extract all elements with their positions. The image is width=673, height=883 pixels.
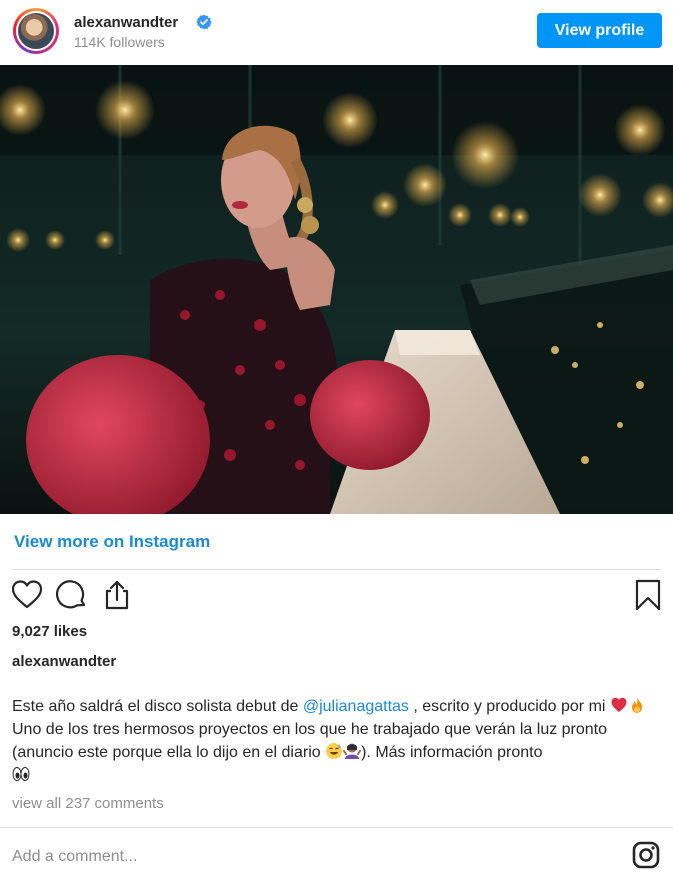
bookmark-icon[interactable]	[631, 578, 665, 612]
view-more-link[interactable]: View more on Instagram	[14, 532, 210, 552]
verified-badge-icon	[196, 14, 212, 30]
instagram-logo-icon[interactable]	[632, 841, 660, 869]
share-icon[interactable]	[100, 578, 134, 612]
caption-username[interactable]: alexanwandter	[12, 653, 116, 670]
sweat-smile-emoji-icon	[326, 743, 343, 759]
fire-emoji-icon	[631, 697, 642, 713]
caption-text: Este año saldrá el disco solista debut d…	[12, 698, 303, 715]
post-header: alexanwandter 114K followers View profil…	[0, 0, 673, 64]
shrug-emoji-icon	[343, 743, 362, 759]
post-image[interactable]	[0, 65, 673, 514]
comment-icon[interactable]	[55, 578, 89, 612]
post-photo-illustration	[0, 65, 673, 514]
caption-text: ). Más información pronto	[361, 744, 543, 761]
heart-icon[interactable]	[10, 578, 44, 612]
add-comment-input[interactable]: Add a comment...	[12, 848, 137, 866]
mention-link[interactable]: @julianagattas	[303, 698, 409, 715]
divider	[0, 827, 673, 828]
like-count[interactable]: 9,027 likes	[12, 623, 87, 640]
username[interactable]: alexanwandter	[74, 14, 178, 31]
view-all-comments-link[interactable]: view all 237 comments	[12, 795, 164, 812]
avatar[interactable]	[13, 8, 59, 54]
avatar-image	[16, 11, 56, 51]
caption-text: , escrito y producido por mi	[408, 698, 610, 715]
view-profile-button[interactable]: View profile	[537, 13, 662, 48]
red-heart-emoji-icon	[611, 697, 627, 712]
follower-count: 114K followers	[74, 34, 165, 50]
post-caption: Este año saldrá el disco solista debut d…	[12, 695, 667, 787]
divider	[12, 569, 661, 570]
eyes-emoji-icon	[12, 767, 30, 781]
